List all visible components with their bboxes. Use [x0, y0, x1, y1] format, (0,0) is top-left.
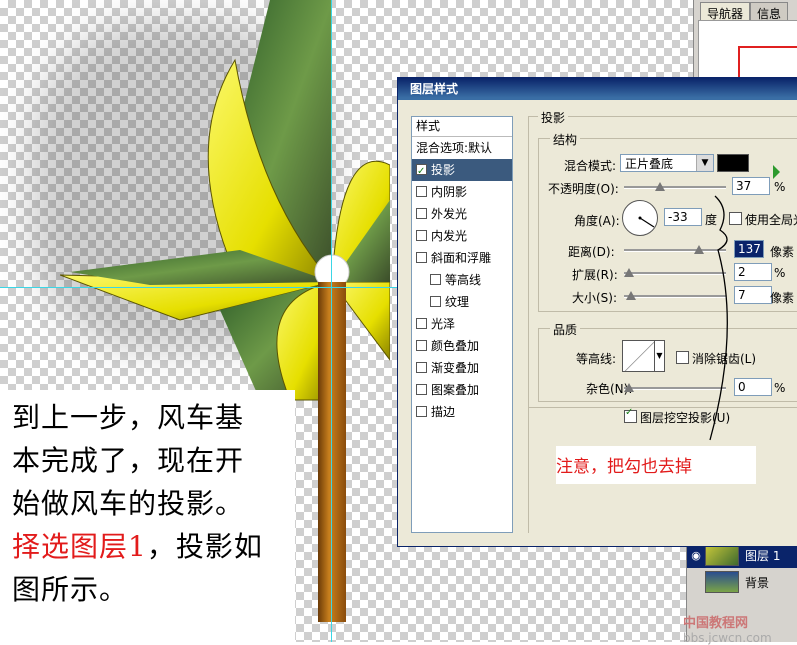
annotation-arrow — [709, 195, 728, 441]
checkbox-icon[interactable] — [416, 208, 427, 219]
style-item-label: 颜色叠加 — [431, 339, 480, 353]
blend-options-item[interactable]: 混合选项:默认 — [412, 137, 512, 159]
checkbox-icon[interactable] — [416, 252, 427, 263]
slider-track — [624, 186, 726, 189]
opacity-label: 不透明度(O): — [548, 182, 619, 196]
structure-legend: 结构 — [550, 131, 581, 148]
angle-label: 角度(A): — [574, 214, 620, 228]
style-item-inner-shadow[interactable]: 内阴影 — [412, 181, 512, 203]
contour-picker[interactable] — [622, 340, 658, 372]
checkbox-icon[interactable] — [430, 296, 441, 307]
style-list: 样式 混合选项:默认 投影 内阴影 外发光 内发光 斜面和浮雕 等高线 纹理 光… — [411, 116, 513, 533]
slider-thumb[interactable] — [624, 383, 634, 392]
percent-unit: % — [774, 266, 786, 280]
note-line4-rest: ，投影如 — [146, 530, 263, 563]
site-watermark: 中国教程网 bbs.jcwcn.com — [683, 612, 772, 645]
checkbox-icon[interactable] — [416, 406, 427, 417]
eye-icon[interactable]: ◉ — [687, 549, 705, 562]
note-line3: 始做风车的投影。 — [12, 487, 245, 520]
size-label: 大小(S): — [572, 291, 618, 305]
watermark-url: bbs.jcwcn.com — [683, 631, 772, 645]
style-item-stroke[interactable]: 描边 — [412, 401, 512, 423]
style-item-label: 描边 — [431, 405, 456, 419]
style-item-drop-shadow[interactable]: 投影 — [412, 159, 512, 183]
style-item-inner-glow[interactable]: 内发光 — [412, 225, 512, 247]
style-item-color-overlay[interactable]: 颜色叠加 — [412, 335, 512, 357]
style-item-label: 投影 — [431, 163, 456, 177]
style-item-pattern-overlay[interactable]: 图案叠加 — [412, 379, 512, 401]
note-line2: 本完成了，现在开 — [12, 444, 245, 477]
vertical-guide — [331, 0, 332, 642]
checkbox-icon[interactable] — [416, 362, 427, 373]
style-item-label: 斜面和浮雕 — [431, 251, 492, 265]
blend-mode-value: 正片叠底 — [625, 157, 674, 171]
layer-name: 图层 1 — [745, 548, 781, 563]
note-line5: 图所示。 — [12, 573, 129, 606]
note-line4: 择选图层1，投影如 — [12, 525, 295, 568]
pinwheel-stick — [318, 282, 346, 622]
style-item-contour[interactable]: 等高线 — [412, 269, 512, 291]
style-item-gradient-overlay[interactable]: 渐变叠加 — [412, 357, 512, 379]
percent-unit: % — [774, 381, 786, 395]
contour-label: 等高线: — [576, 352, 617, 366]
style-item-label: 内发光 — [431, 229, 468, 243]
style-item-texture[interactable]: 纹理 — [412, 291, 512, 313]
checkbox-icon[interactable] — [416, 318, 427, 329]
style-item-label: 内阴影 — [431, 185, 468, 199]
distance-label: 距离(D): — [568, 245, 615, 259]
style-item-label: 外发光 — [431, 207, 468, 221]
style-item-label: 光泽 — [431, 317, 456, 331]
annotation-callout: 注意，把勾也去掉 — [556, 446, 756, 484]
style-item-label: 纹理 — [445, 295, 470, 309]
callout-text: 注意，把勾也去掉 — [556, 457, 692, 477]
angle-needle-icon — [638, 216, 655, 228]
panel-divider — [528, 408, 529, 533]
style-item-label: 等高线 — [445, 273, 482, 287]
spread-label: 扩展(R): — [572, 268, 618, 282]
style-item-outer-glow[interactable]: 外发光 — [412, 203, 512, 225]
slider-thumb[interactable] — [626, 291, 636, 300]
checkbox-icon[interactable] — [416, 161, 427, 183]
checkbox-icon[interactable] — [430, 274, 441, 285]
style-item-label: 图案叠加 — [431, 383, 480, 397]
watermark-site: 中国教程网 — [683, 616, 749, 631]
section-title: 投影 — [538, 109, 569, 126]
layer-row[interactable]: 背景 — [687, 569, 797, 595]
checkbox-icon[interactable] — [416, 186, 427, 197]
knockout-checkbox[interactable] — [624, 407, 637, 423]
angle-dial[interactable] — [622, 200, 658, 236]
styles-header[interactable]: 样式 — [412, 117, 512, 137]
note-line1: 到上一步，风车基 — [12, 401, 245, 434]
checkbox-icon[interactable] — [416, 340, 427, 351]
blend-mode-label: 混合模式: — [564, 159, 617, 173]
pixel-unit: 像素 — [770, 245, 795, 259]
checkbox-icon[interactable] — [416, 230, 427, 241]
pixel-unit: 像素 — [770, 291, 795, 305]
quality-legend: 品质 — [550, 321, 581, 338]
style-item-bevel-emboss[interactable]: 斜面和浮雕 — [412, 247, 512, 269]
slider-thumb[interactable] — [624, 268, 634, 277]
blend-mode-select[interactable]: 正片叠底 ▼ — [620, 154, 714, 172]
chevron-down-icon: ▼ — [696, 155, 713, 171]
shadow-color-swatch[interactable] — [717, 154, 749, 172]
style-item-satin[interactable]: 光泽 — [412, 313, 512, 335]
percent-unit: % — [774, 180, 786, 194]
layer-thumbnail — [705, 544, 739, 566]
layer-name: 背景 — [745, 575, 770, 590]
slider-thumb[interactable] — [655, 182, 665, 191]
checkbox-icon[interactable] — [416, 384, 427, 395]
chevron-down-icon[interactable]: ▼ — [654, 340, 665, 372]
layer-thumbnail — [705, 571, 739, 593]
style-item-label: 渐变叠加 — [431, 361, 480, 375]
tutorial-note: 到上一步，风车基 本完成了，现在开 始做风车的投影。 择选图层1，投影如 图所示… — [0, 390, 295, 642]
dialog-title[interactable]: 图层样式 — [398, 78, 797, 100]
cursor-icon — [773, 165, 780, 179]
global-light-label: 使用全局光 — [745, 213, 797, 227]
note-red-text: 择选图层1 — [12, 530, 147, 563]
